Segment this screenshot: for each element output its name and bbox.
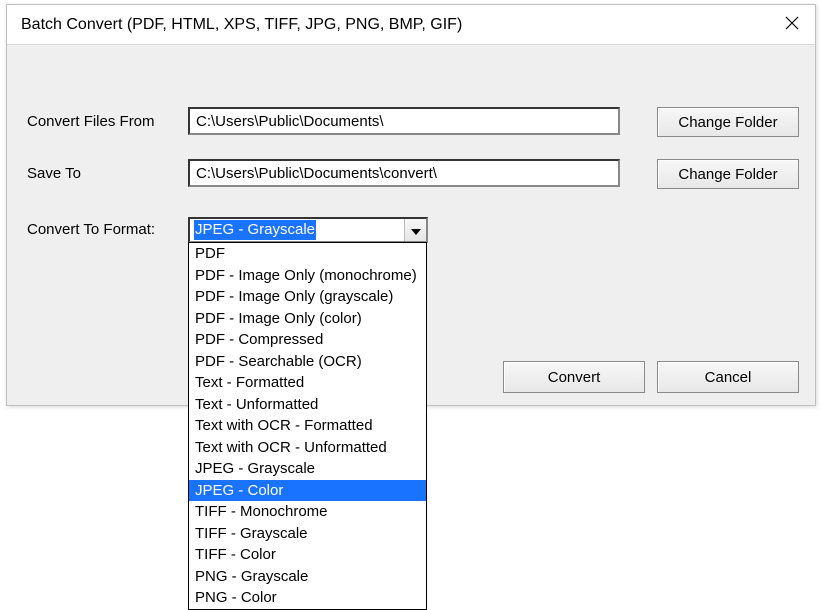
chevron-down-icon: [411, 222, 421, 239]
dropdown-option[interactable]: PDF - Compressed: [189, 329, 426, 351]
dropdown-option[interactable]: PDF - Image Only (grayscale): [189, 286, 426, 308]
change-folder-from-button[interactable]: Change Folder: [657, 107, 799, 137]
change-folder-to-button[interactable]: Change Folder: [657, 159, 799, 189]
label-save-to: Save To: [27, 165, 81, 182]
label-convert-format: Convert To Format:: [27, 221, 155, 238]
dropdown-option[interactable]: TIFF - Monochrome: [189, 501, 426, 523]
dropdown-option[interactable]: JPEG - Color: [189, 480, 426, 502]
dropdown-option[interactable]: PDF - Image Only (monochrome): [189, 265, 426, 287]
dropdown-option[interactable]: Text - Formatted: [189, 372, 426, 394]
convert-from-input[interactable]: [188, 107, 620, 135]
dropdown-option[interactable]: TIFF - Color: [189, 544, 426, 566]
save-to-input[interactable]: [188, 159, 620, 187]
combobox-selected-value: JPEG - Grayscale: [190, 219, 404, 241]
dropdown-option[interactable]: PDF - Searchable (OCR): [189, 351, 426, 373]
dropdown-option[interactable]: PDF - Image Only (color): [189, 308, 426, 330]
convert-button[interactable]: Convert: [503, 361, 645, 393]
dropdown-option[interactable]: JPEG - Grayscale: [189, 458, 426, 480]
close-icon: [785, 16, 799, 34]
format-dropdown-list[interactable]: PDFPDF - Image Only (monochrome)PDF - Im…: [188, 242, 427, 610]
titlebar: Batch Convert (PDF, HTML, XPS, TIFF, JPG…: [7, 5, 815, 45]
cancel-button[interactable]: Cancel: [657, 361, 799, 393]
dropdown-option[interactable]: TIFF - Grayscale: [189, 523, 426, 545]
dropdown-option[interactable]: PNG - Grayscale: [189, 566, 426, 588]
dropdown-option[interactable]: PNG - Color: [189, 587, 426, 609]
close-button[interactable]: [769, 5, 815, 45]
format-combobox[interactable]: JPEG - Grayscale: [188, 217, 428, 243]
dropdown-option[interactable]: Text with OCR - Formatted: [189, 415, 426, 437]
label-convert-from: Convert Files From: [27, 113, 155, 130]
window-title: Batch Convert (PDF, HTML, XPS, TIFF, JPG…: [7, 16, 462, 34]
dropdown-option[interactable]: Text - Unformatted: [189, 394, 426, 416]
combobox-selected-text: JPEG - Grayscale: [194, 220, 316, 240]
dropdown-option[interactable]: PDF: [189, 243, 426, 265]
combobox-arrow-button[interactable]: [404, 219, 426, 241]
dropdown-option[interactable]: Text with OCR - Unformatted: [189, 437, 426, 459]
